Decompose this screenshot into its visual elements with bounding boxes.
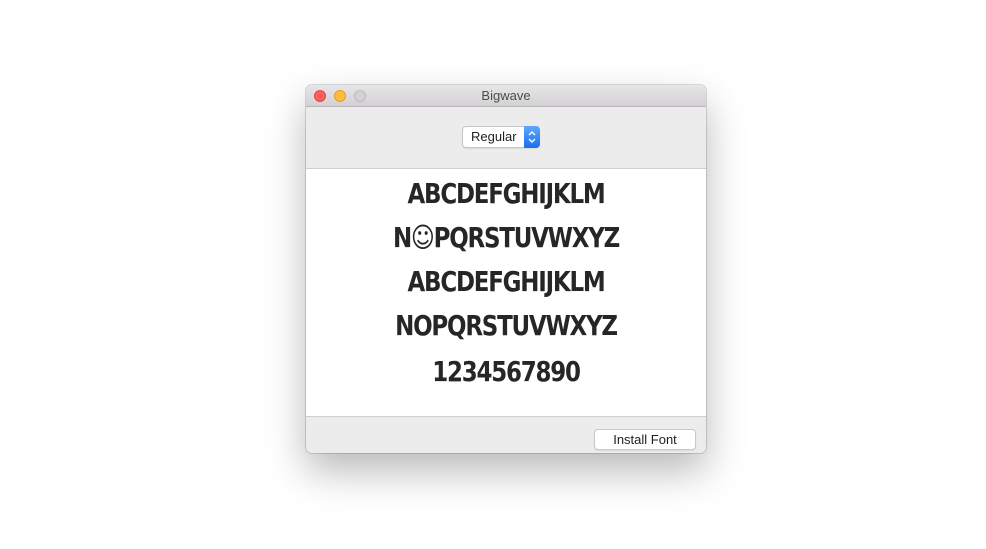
up-down-chevron-icon bbox=[524, 126, 540, 148]
install-font-button[interactable]: Install Font bbox=[594, 429, 696, 450]
font-style-selected: Regular bbox=[471, 129, 517, 144]
bottom-bar: Install Font bbox=[306, 417, 706, 453]
font-style-popup[interactable]: Regular bbox=[462, 126, 540, 148]
title-bar[interactable]: Bigwave bbox=[306, 85, 706, 107]
sample-line-uppercase-2: N☺PQRSTUVWXYZ bbox=[392, 221, 620, 254]
sample-line-uppercase-4: NOPQRSTUVWXYZ bbox=[395, 309, 618, 342]
window-title: Bigwave bbox=[481, 88, 531, 103]
desktop: Bigwave Regular ABCDEFGHIJKLM N☺PQRSTUVW… bbox=[0, 0, 986, 549]
sample-line-uppercase-3: ABCDEFGHIJKLM bbox=[407, 265, 606, 298]
font-preview-window: Bigwave Regular ABCDEFGHIJKLM N☺PQRSTUVW… bbox=[306, 85, 706, 453]
sample-line-uppercase-1: ABCDEFGHIJKLM bbox=[407, 177, 606, 210]
toolbar: Regular bbox=[306, 107, 706, 169]
font-sample-area: ABCDEFGHIJKLM N☺PQRSTUVWXYZ ABCDEFGHIJKL… bbox=[306, 169, 706, 417]
sample-line-digits: 1234567890 bbox=[432, 355, 581, 388]
